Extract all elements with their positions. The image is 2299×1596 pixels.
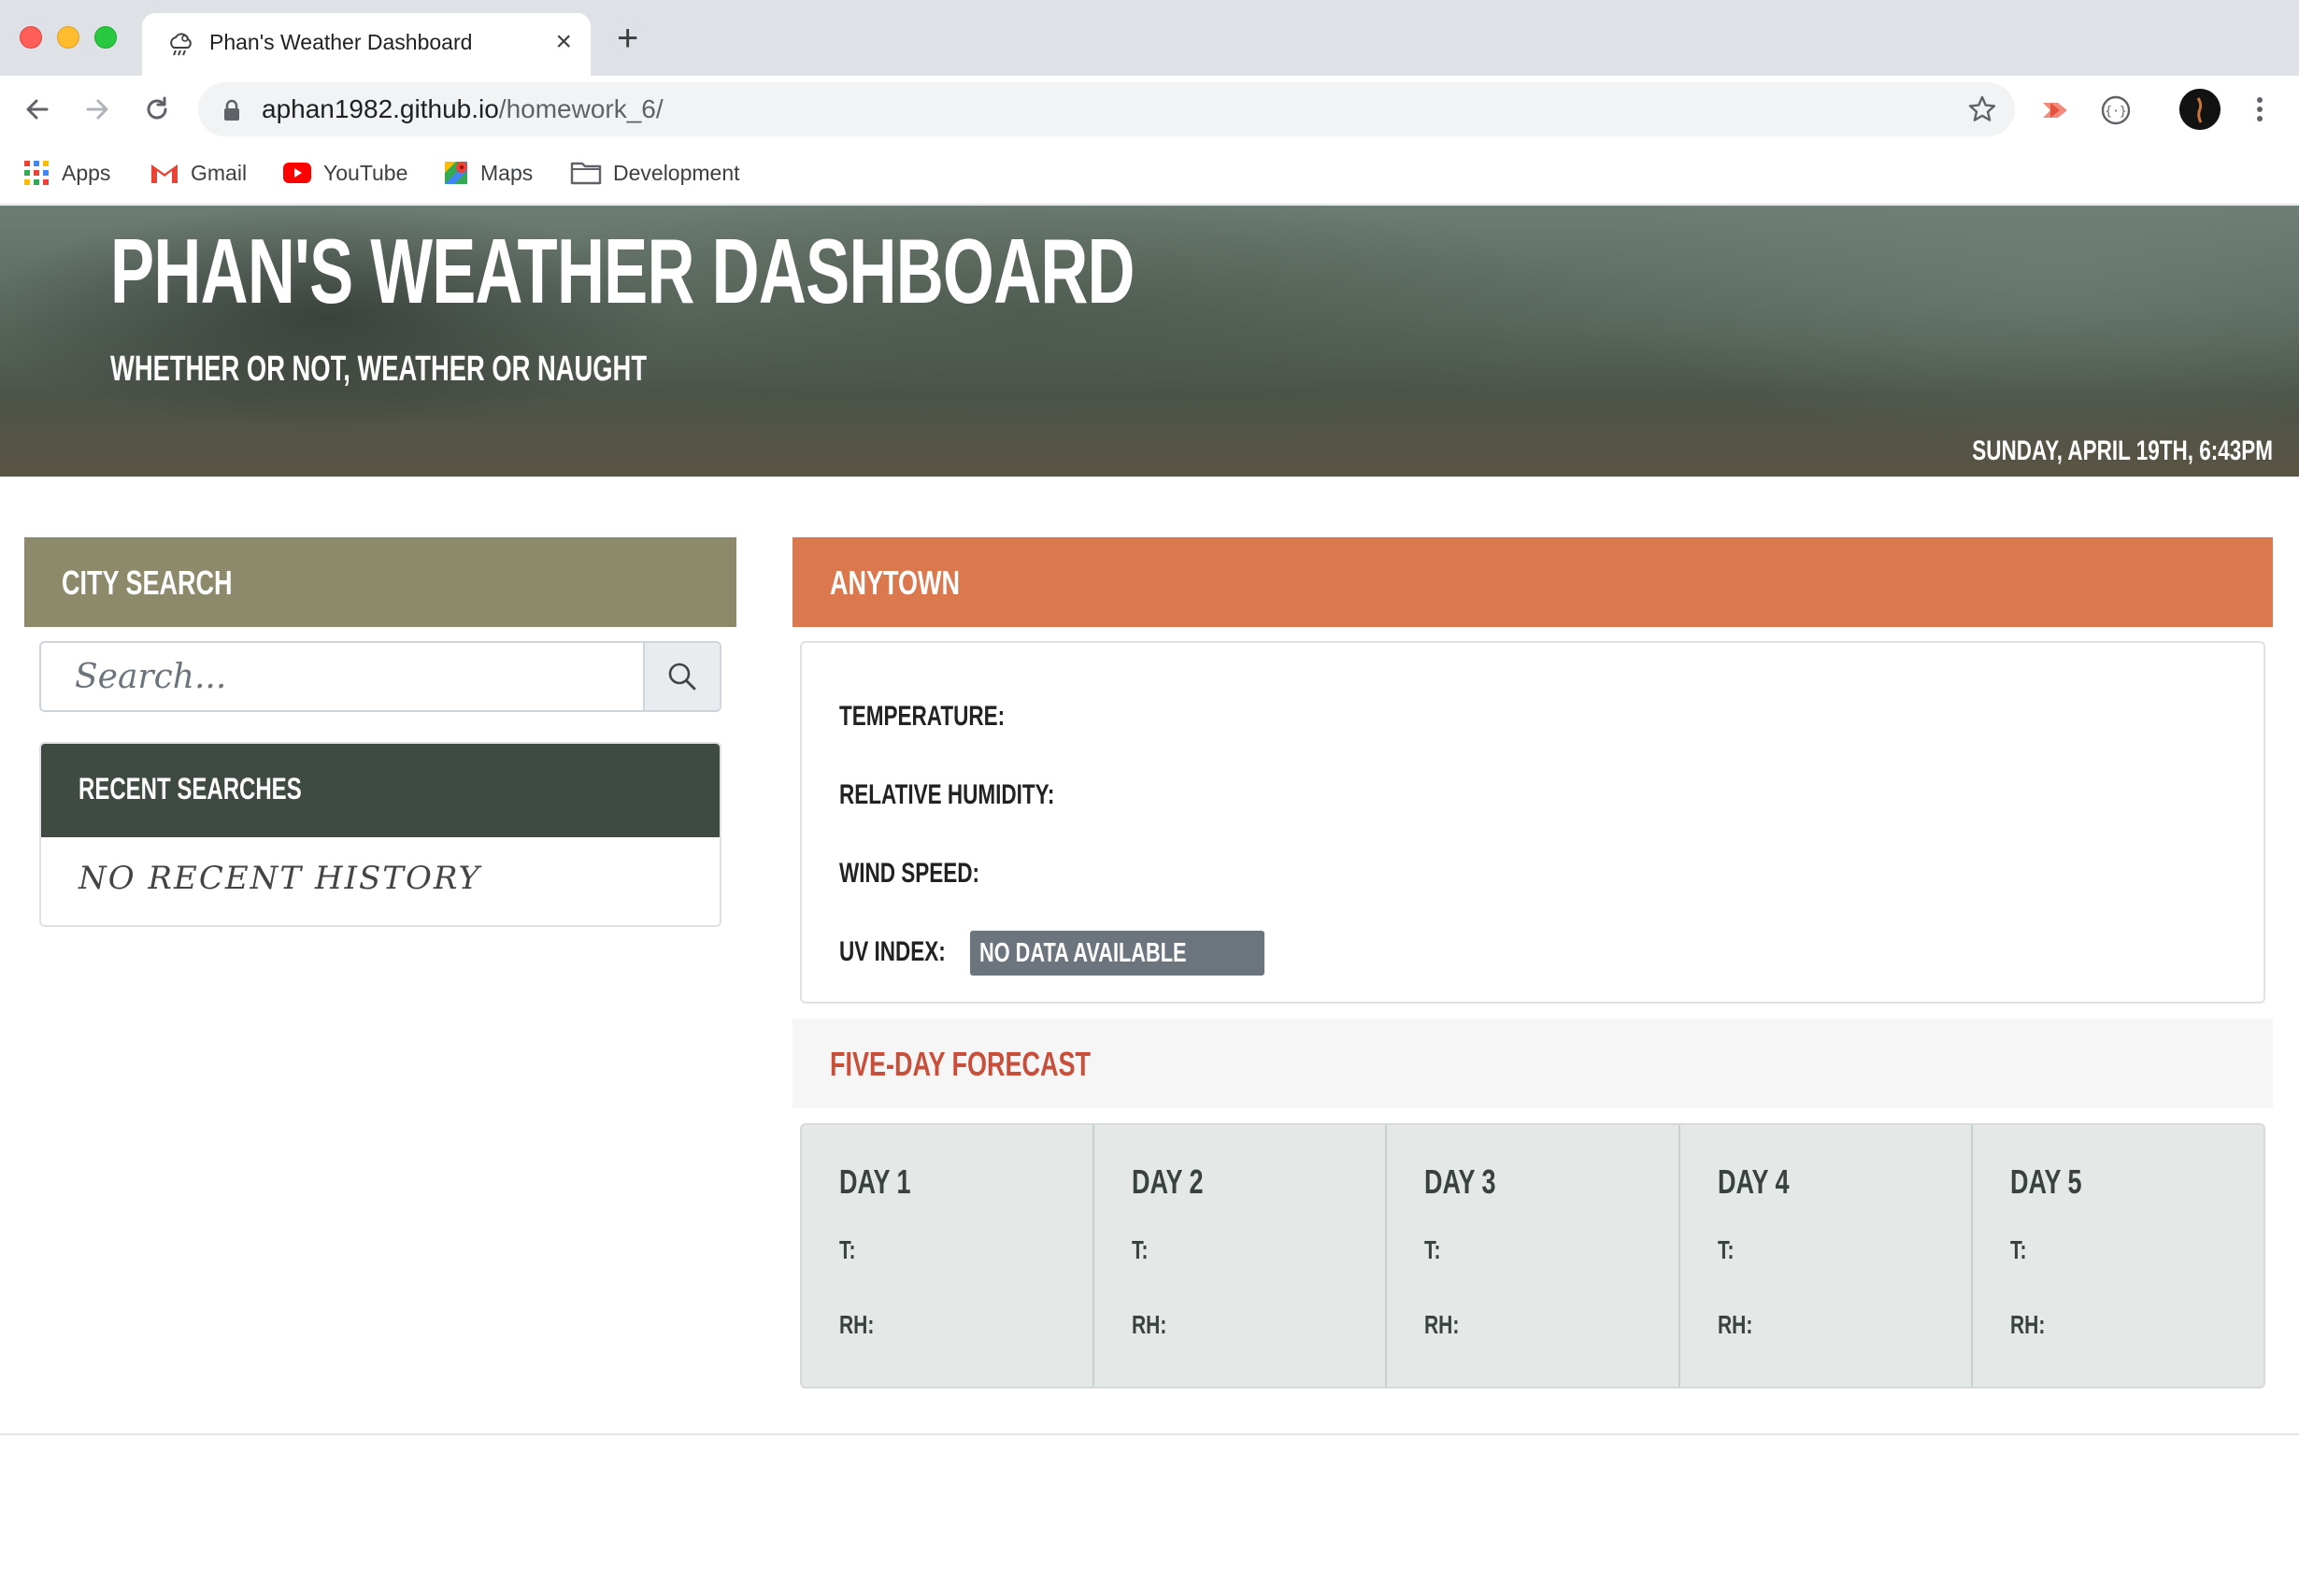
wind-row: WIND SPEED: <box>839 858 1034 890</box>
current-datetime: SUNDAY, APRIL 19TH, 6:43PM <box>1972 435 2273 466</box>
tab-title: Phan's Weather Dashboard <box>209 30 473 54</box>
bookmark-label: Development <box>613 160 740 185</box>
search-button[interactable] <box>643 643 720 710</box>
forecast-day-title: DAY 1 <box>839 1162 911 1201</box>
tab-close-icon[interactable]: × <box>555 28 572 56</box>
url-host: aphan1982.github.io <box>262 94 499 123</box>
search-group <box>39 641 721 712</box>
forecast-day-humidity: RH: <box>839 1310 875 1339</box>
forecast-day-title: DAY 5 <box>2009 1162 2082 1201</box>
cast-extension-icon[interactable] <box>2037 92 2075 129</box>
city-name: ANYTOWN <box>830 563 960 602</box>
forecast-header: FIVE-DAY FORECAST <box>793 1019 2273 1108</box>
temperature-row: TEMPERATURE: <box>839 701 1067 733</box>
bookmark-maps[interactable]: Maps <box>443 154 533 192</box>
forecast-day-temperature: T: <box>1132 1235 1149 1264</box>
bookmark-label: Apps <box>62 160 111 185</box>
uv-label: UV INDEX: <box>839 936 946 967</box>
uv-index-badge: NO DATA AVAILABLE <box>970 931 1265 976</box>
recent-searches-card: RECENT SEARCHES NO RECENT HISTORY <box>39 742 721 927</box>
weather-favicon-icon <box>170 33 192 56</box>
browser-tab-active[interactable]: Phan's Weather Dashboard × <box>142 13 591 76</box>
humidity-label: RELATIVE HUMIDITY: <box>839 779 1055 810</box>
profile-avatar[interactable] <box>2179 89 2220 130</box>
address-bar[interactable]: aphan1982.github.io/homework_6/ <box>198 82 2015 136</box>
temperature-label: TEMPERATURE: <box>839 701 1006 732</box>
search-icon <box>668 663 696 691</box>
city-search-title: CITY SEARCH <box>62 563 233 602</box>
reload-icon[interactable] <box>138 91 176 128</box>
url-path: /homework_6/ <box>498 94 664 123</box>
forecast-day-temperature: T: <box>2009 1235 2027 1264</box>
gmail-icon <box>151 164 178 183</box>
lock-icon <box>224 99 239 121</box>
browser-toolbar: aphan1982.github.io/homework_6/ {·} <box>0 76 2299 145</box>
profile-photo-icon <box>2179 89 2220 130</box>
recent-searches-empty: NO RECENT HISTORY <box>79 860 481 897</box>
svg-text:{·}: {·} <box>2105 105 2126 119</box>
current-weather-card: TEMPERATURE: RELATIVE HUMIDITY: WIND SPE… <box>800 641 2265 1004</box>
bookmark-gmail[interactable]: Gmail <box>150 154 247 192</box>
forecast-day-humidity: RH: <box>2009 1310 2046 1339</box>
folder-icon <box>570 162 602 185</box>
bookmark-label: YouTube <box>323 160 408 185</box>
bookmark-star-icon[interactable] <box>1966 93 1998 125</box>
browser-menu-icon[interactable] <box>2249 91 2271 128</box>
forecast-day-title: DAY 3 <box>1424 1162 1496 1201</box>
browser-tab-bar: Phan's Weather Dashboard × + <box>0 0 2299 76</box>
code-extension-icon[interactable]: {·} <box>2097 92 2135 129</box>
bookmark-development-folder[interactable]: Development <box>570 154 740 192</box>
bookmark-youtube[interactable]: YouTube <box>282 154 407 192</box>
city-search-header: CITY SEARCH <box>24 537 736 627</box>
recent-searches-header: RECENT SEARCHES <box>41 744 720 837</box>
window-minimize-button[interactable] <box>57 26 79 49</box>
maps-icon <box>445 162 467 184</box>
bookmark-apps[interactable]: Apps <box>22 154 110 192</box>
forward-arrow-icon[interactable] <box>79 91 116 128</box>
recent-searches-title: RECENT SEARCHES <box>79 772 302 805</box>
bookmark-label: Gmail <box>191 160 248 185</box>
forecast-day-title: DAY 2 <box>1132 1162 1204 1201</box>
forecast-day-card: DAY 1 T: RH: <box>802 1125 1095 1387</box>
window-close-button[interactable] <box>20 26 42 49</box>
forecast-day-card: DAY 2 T: RH: <box>1094 1125 1388 1387</box>
bookmark-label: Maps <box>480 160 534 185</box>
city-header: ANYTOWN <box>793 537 2273 627</box>
url-text: aphan1982.github.io/homework_6/ <box>262 94 664 124</box>
uv-row: UV INDEX: NO DATA AVAILABLE <box>839 931 1265 976</box>
search-input[interactable] <box>41 643 645 710</box>
bookmarks-bar: Apps Gmail YouTube Maps Development <box>0 145 2299 205</box>
forecast-day-card: DAY 5 T: RH: <box>1973 1125 2263 1387</box>
forecast-day-humidity: RH: <box>1717 1310 1752 1339</box>
forecast-day-temperature: T: <box>1717 1235 1735 1264</box>
forecast-day-card: DAY 4 T: RH: <box>1680 1125 1973 1387</box>
forecast-day-temperature: T: <box>839 1235 856 1264</box>
humidity-row: RELATIVE HUMIDITY: <box>839 779 1134 811</box>
forecast-title: FIVE-DAY FORECAST <box>830 1045 1092 1083</box>
new-tab-button[interactable]: + <box>617 20 638 57</box>
page-title: PHAN'S WEATHER DASHBOARD <box>110 220 1135 322</box>
page-subtitle: WHETHER OR NOT, WEATHER OR NAUGHT <box>110 349 648 389</box>
apps-grid-icon <box>24 161 49 185</box>
window-zoom-button[interactable] <box>94 26 117 49</box>
forecast-day-title: DAY 4 <box>1717 1162 1790 1201</box>
uv-index-value: NO DATA AVAILABLE <box>979 937 1187 968</box>
footer-divider <box>0 1433 2299 1435</box>
back-arrow-icon[interactable] <box>19 91 56 128</box>
hero-banner: PHAN'S WEATHER DASHBOARD WHETHER OR NOT,… <box>0 206 2299 477</box>
wind-label: WIND SPEED: <box>839 858 980 889</box>
forecast-grid: DAY 1 T: RH: DAY 2 T: RH: DAY 3 T: RH: D… <box>800 1123 2265 1389</box>
youtube-icon <box>283 163 311 183</box>
forecast-day-humidity: RH: <box>1424 1310 1460 1339</box>
forecast-day-card: DAY 3 T: RH: <box>1387 1125 1680 1387</box>
forecast-day-temperature: T: <box>1424 1235 1441 1264</box>
forecast-day-humidity: RH: <box>1132 1310 1167 1339</box>
